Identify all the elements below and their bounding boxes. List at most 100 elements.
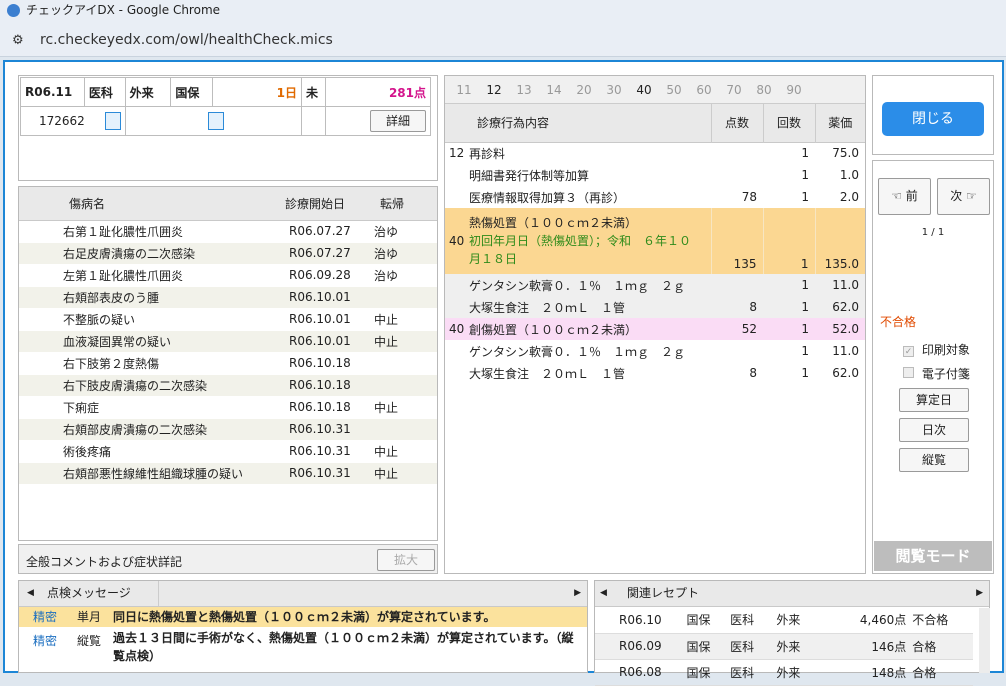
left-arrow-icon[interactable]: ◀ [27, 581, 34, 606]
disease-row[interactable]: 右頬部悪性線維性組織球腫の疑い R06.10.31 中止 [19, 462, 437, 485]
next-button[interactable]: 次 ☞ [937, 178, 990, 215]
related-dept: 医科 [730, 665, 755, 680]
tab-80[interactable]: 80 [749, 76, 779, 104]
tab-12[interactable]: 12 [479, 76, 509, 104]
row-spacer [19, 418, 55, 441]
disease-start-date: R06.10.18 [275, 352, 370, 375]
disease-row[interactable]: 術後疼痛 R06.10.31 中止 [19, 440, 437, 463]
left-arrow-icon[interactable]: ◀ [600, 581, 607, 606]
detail-button[interactable]: 詳細 [370, 110, 426, 132]
comment-bar: 全般コメントおよび症状詳記 拡大 [18, 544, 438, 574]
close-button[interactable]: 閉じる [882, 102, 984, 136]
disease-start-date: R06.10.18 [275, 374, 370, 397]
treat-price: 2.0 [839, 190, 859, 204]
related-row[interactable]: R06.08 国保 医科 外来 148点 合格 [595, 659, 973, 685]
disease-row[interactable]: 右第１趾化膿性爪囲炎 R06.07.27 治ゆ [19, 220, 437, 243]
treat-price: 75.0 [832, 146, 859, 161]
site-info-icon[interactable]: ⚙ [12, 24, 24, 57]
burn-line1: 熱傷処置（１００ｃｍ２未満） [469, 216, 638, 230]
copy-icon[interactable] [105, 112, 121, 130]
prev-label: 前 [905, 189, 918, 203]
tab-11[interactable]: 11 [449, 76, 479, 104]
disease-start-date: R06.07.27 [275, 220, 370, 243]
print-label: 印刷対象 [921, 343, 970, 357]
treat-price: 62.0 [832, 366, 859, 380]
tab-60[interactable]: 60 [689, 76, 719, 104]
related-row[interactable]: R06.10 国保 医科 外来 4,460点 不合格 [595, 607, 973, 633]
related-ins: 国保 [686, 639, 711, 654]
tab-40[interactable]: 40 [629, 76, 659, 104]
disease-start-date: R06.09.28 [275, 264, 370, 287]
disease-row[interactable]: 右頬部表皮のう腫 R06.10.01 [19, 286, 437, 309]
tab-14[interactable]: 14 [539, 76, 569, 104]
disease-row[interactable]: 右足皮膚潰瘍の二次感染 R06.07.27 治ゆ [19, 242, 437, 265]
copy-icon[interactable] [207, 112, 224, 130]
disease-result: 中止 [370, 440, 437, 463]
tab-30[interactable]: 30 [599, 76, 629, 104]
disease-name: 右頬部皮膚潰瘍の二次感染 [55, 418, 275, 441]
related-pts: 148点 [871, 665, 907, 680]
disease-row[interactable]: 血液凝固異常の疑い R06.10.01 中止 [19, 330, 437, 353]
treatment-row[interactable]: 40 創傷処置（１００ｃｍ２未満） 52 1 52.0 [445, 318, 865, 340]
treatment-row[interactable]: 12 再診料 1 75.0 [445, 142, 865, 164]
treat-content: ゲンタシン軟膏０．１％ １ｍｇ ２ｇ [469, 344, 686, 359]
app-icon [7, 4, 20, 17]
disease-row[interactable]: 右頬部皮膚潰瘍の二次感染 R06.10.31 [19, 418, 437, 441]
treatment-row[interactable]: ゲンタシン軟膏０．１％ １ｍｇ ２ｇ 1 11.0 [445, 340, 865, 362]
treat-content: 大塚生食注 ２０ｍＬ １管 [469, 366, 626, 381]
disease-name: 不整脈の疑い [55, 308, 275, 331]
prev-hand-icon: ☜ [891, 189, 906, 203]
disease-start-date: R06.10.31 [275, 440, 370, 463]
disease-row[interactable]: 右下肢第２度熱傷 R06.10.18 [19, 352, 437, 375]
scrollbar[interactable] [979, 608, 990, 673]
message-row[interactable]: 精密 単月 同日に熱傷処置と熱傷処置（１００ｃｍ２未満）が算定されています。 [19, 607, 587, 627]
disease-result: 中止 [370, 396, 437, 419]
right-arrow-icon[interactable]: ▶ [976, 581, 983, 606]
treat-code [445, 164, 465, 186]
disease-name: 右頬部表皮のう腫 [55, 286, 275, 309]
tab-50[interactable]: 50 [659, 76, 689, 104]
next-label: 次 [950, 189, 963, 203]
col-start-date: 診療開始日 [285, 196, 346, 211]
prev-button[interactable]: ☜ 前 [878, 178, 931, 215]
dept: 医科 [83, 77, 126, 107]
disease-name: 右足皮膚潰瘍の二次感染 [55, 242, 275, 265]
print-checkbox[interactable]: ✓ [903, 346, 914, 357]
right-arrow-icon[interactable]: ▶ [574, 581, 581, 606]
disease-name: 右下肢第２度熱傷 [55, 352, 275, 375]
message-row[interactable]: 精密 縦覧 過去１３日間に手術がなく、熱傷処置（１００ｃｍ２未満）が算定されてい… [19, 627, 587, 667]
treat-price: 135.0 [814, 208, 865, 274]
disease-row[interactable]: 左第１趾化膿性爪囲炎 R06.09.28 治ゆ [19, 264, 437, 287]
sticky-checkbox[interactable] [903, 367, 914, 378]
message-level: 精密 [33, 634, 58, 648]
tab-13[interactable]: 13 [509, 76, 539, 104]
address-bar[interactable]: ⚙ rc.checkeyedx.com/owl/healthCheck.mics [0, 24, 1006, 57]
disease-name: 右下肢皮膚潰瘍の二次感染 [55, 374, 275, 397]
treatment-row-burn[interactable]: 40 熱傷処置（１００ｃｍ２未満） 初回年月日（熱傷処置）；令和 ６年１０ 月１８日 1… [445, 208, 865, 274]
calc-date-button[interactable]: 算定日 [899, 388, 969, 412]
url-text[interactable]: rc.checkeyedx.com/owl/healthCheck.mics [40, 32, 333, 48]
tab-70[interactable]: 70 [719, 76, 749, 104]
tab-20[interactable]: 20 [569, 76, 599, 104]
treat-count: 1 [801, 278, 809, 292]
related-row[interactable]: R06.09 国保 医科 外来 146点 合格 [595, 633, 973, 659]
row-spacer [19, 242, 55, 265]
burn-line2: 初回年月日（熱傷処置）；令和 ６年１０ [469, 234, 692, 248]
disease-result [370, 286, 437, 309]
disease-row[interactable]: 右下肢皮膚潰瘍の二次感染 R06.10.18 [19, 374, 437, 397]
messages-panel: ◀ 点検メッセージ ▶ 精密 単月 同日に熱傷処置と熱傷処置（１００ｃｍ２未満）… [18, 580, 588, 673]
treatment-row[interactable]: 大塚生食注 ２０ｍＬ １管 8 1 62.0 [445, 362, 865, 384]
vertical-button[interactable]: 縦覧 [899, 448, 969, 472]
treat-content: 大塚生食注 ２０ｍＬ １管 [469, 300, 626, 315]
treatment-row[interactable]: 大塚生食注 ２０ｍＬ １管 8 1 62.0 [445, 296, 865, 318]
treatment-row[interactable]: ゲンタシン軟膏０．１％ １ｍｇ ２ｇ 1 11.0 [445, 274, 865, 296]
treatment-row[interactable]: 明細書発行体制等加算 1 1.0 [445, 164, 865, 186]
expand-button[interactable]: 拡大 [377, 549, 435, 571]
daily-button[interactable]: 日次 [899, 418, 969, 442]
disease-row[interactable]: 下痢症 R06.10.18 中止 [19, 396, 437, 419]
treatment-row[interactable]: 医療情報取得加算３（再診） 78 1 2.0 [445, 186, 865, 208]
treat-count: 1 [801, 168, 809, 182]
col-content: 診療行為内容 [477, 116, 550, 131]
disease-row[interactable]: 不整脈の疑い R06.10.01 中止 [19, 308, 437, 331]
tab-90[interactable]: 90 [779, 76, 809, 104]
